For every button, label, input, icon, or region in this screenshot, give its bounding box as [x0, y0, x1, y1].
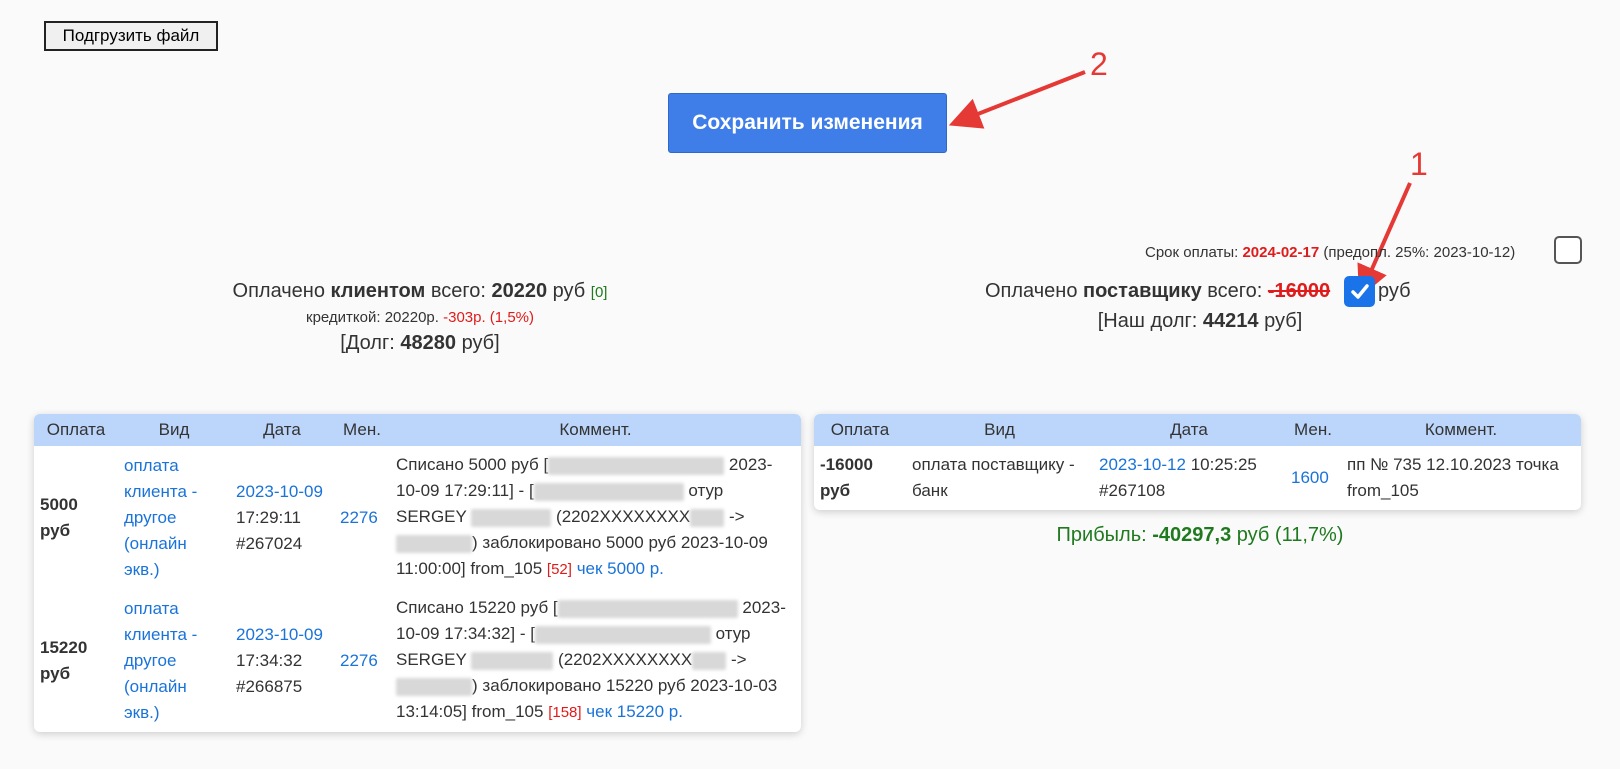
supplier-total-label: всего:: [1207, 280, 1263, 302]
table-header-row: Оплата Вид Дата Мен. Коммент.: [814, 414, 1581, 446]
receipt-link[interactable]: чек 5000 р.: [577, 559, 664, 578]
payment-date: 2023-10-09 17:34:32 #266875: [230, 589, 334, 732]
client-card-line: кредиткой: 20220р. -303р. (1,5%): [120, 309, 720, 326]
annotation-arrow-2: [948, 70, 1086, 129]
client-debt-value: 48280: [400, 332, 456, 354]
table-row: 15220 руб оплата клиента - другое (онлай…: [34, 589, 801, 732]
client-card-fee: -303р. (1,5%): [443, 309, 534, 326]
supplier-debt-label: [Наш долг:: [1097, 310, 1198, 332]
redacted-block: [557, 599, 738, 618]
payment-time: 17:34:32: [236, 650, 303, 670]
supplier-debt-line: [Наш долг: 44214 руб]: [1000, 310, 1400, 333]
supplier-paid-prefix: Оплачено: [985, 280, 1078, 302]
table-row: 5000 руб оплата клиента - другое (онлайн…: [34, 446, 801, 589]
payment-date-link[interactable]: 2023-10-09: [236, 482, 323, 501]
prepay-info: (предопл. 25%: 2023-10-12): [1323, 244, 1516, 261]
supplier-unit: руб: [1378, 280, 1411, 302]
annotation-arrow-1: [1357, 182, 1412, 298]
profit-unit: руб (11,7%): [1236, 524, 1344, 546]
col-header-manager: Мен.: [343, 420, 381, 439]
table-header-row: Оплата Вид Дата Мен. Коммент.: [34, 414, 801, 446]
client-label: клиентом: [330, 280, 426, 302]
payment-manager[interactable]: 2276: [334, 446, 390, 589]
redacted-block: [396, 677, 472, 696]
payment-amount: 15220 руб: [40, 637, 88, 683]
payment-type-link[interactable]: оплата клиента - другое (онлайн экв.): [118, 446, 230, 589]
payment-time: 17:29:11: [236, 507, 301, 527]
due-date-checkbox[interactable]: [1554, 236, 1582, 264]
due-date-label: Срок оплаты:: [1145, 244, 1239, 261]
receipt-link[interactable]: чек 15220 р.: [586, 702, 683, 721]
supplier-debt-value: 44214: [1202, 310, 1259, 332]
annotation-number-1: 1: [1410, 146, 1428, 182]
client-debt-label: [Долг:: [340, 332, 395, 354]
redacted-block: [534, 625, 711, 644]
supplier-paid-checkbox[interactable]: [1344, 276, 1375, 307]
redacted-block: [692, 651, 727, 670]
col-header-type: Вид: [158, 420, 190, 439]
table-row: -16000 руб оплата поставщику - банк 2023…: [814, 446, 1581, 510]
client-paid-line: Оплачено клиентом всего: 20220 руб [0]: [120, 280, 720, 303]
redacted-block: [471, 508, 552, 527]
payment-time: 10:25:25: [1190, 455, 1257, 474]
redacted-block: [471, 651, 554, 670]
payment-id: #267108: [1099, 481, 1166, 500]
payment-amount: -16000 руб: [820, 455, 873, 500]
col-header-date: Дата: [263, 420, 301, 439]
payment-id: #267024: [236, 533, 303, 553]
client-unit: руб: [552, 280, 586, 302]
supplier-total: -16000: [1267, 280, 1331, 302]
col-header-comment: Коммент.: [559, 420, 632, 439]
supplier-label: поставщику: [1083, 280, 1202, 302]
payment-date: 2023-10-12 10:25:25 #267108: [1093, 446, 1285, 510]
client-total-label: всего:: [430, 280, 486, 302]
col-header-payment: Оплата: [46, 420, 106, 439]
supplier-paid-line: Оплачено поставщику всего: -16000: [985, 280, 1330, 303]
checkmark-icon: [1350, 283, 1369, 299]
supplier-payments-table: Оплата Вид Дата Мен. Коммент. -16000 руб…: [814, 414, 1581, 510]
comment-bracket: [158]: [548, 704, 582, 721]
col-header-date: Дата: [1170, 420, 1208, 439]
client-total: 20220: [491, 280, 548, 302]
supplier-debt-unit: руб]: [1264, 310, 1303, 332]
payment-date-link[interactable]: 2023-10-09: [236, 625, 323, 644]
payment-id: #266875: [236, 676, 303, 696]
payment-amount: 5000 руб: [40, 494, 78, 540]
comment-bracket: [52]: [546, 561, 572, 578]
due-date-value: 2024-02-17: [1242, 244, 1320, 261]
col-header-type: Вид: [984, 420, 1015, 439]
payment-comment: пп № 735 12.10.2023 точка from_105: [1347, 455, 1559, 500]
col-header-comment: Коммент.: [1424, 420, 1498, 439]
client-debt-unit: руб]: [461, 332, 500, 354]
client-paid-prefix: Оплачено: [232, 280, 325, 302]
profit-label: Прибыль:: [1056, 524, 1147, 546]
payment-type-link[interactable]: оплата клиента - другое (онлайн экв.): [118, 589, 230, 732]
redacted-block: [548, 456, 725, 475]
payment-comment: Списано 5000 руб [ 2023-10-09 17:29:11] …: [396, 455, 773, 578]
annotation-number-2: 2: [1090, 46, 1108, 82]
due-date-line: Срок оплаты: 2024-02-17 (предопл. 25%: 2…: [1145, 244, 1515, 261]
client-debt-line: [Долг: 48280 руб]: [120, 332, 720, 355]
payment-manager[interactable]: 2276: [334, 589, 390, 732]
payment-manager[interactable]: 1600: [1285, 446, 1341, 510]
redacted-block: [533, 482, 684, 501]
client-payments-table: Оплата Вид Дата Мен. Коммент. 5000 руб о…: [34, 414, 801, 732]
payment-type: оплата поставщику - банк: [912, 455, 1075, 500]
payment-date: 2023-10-09 17:29:11 #267024: [230, 446, 334, 589]
client-card-label: кредиткой: 20220р.: [306, 309, 439, 326]
redacted-block: [396, 534, 472, 553]
payment-comment: Списано 15220 руб [ 2023-10-09 17:34:32]…: [396, 598, 786, 721]
payment-date-link[interactable]: 2023-10-12: [1099, 455, 1186, 474]
profit-value: -40297,3: [1152, 524, 1232, 546]
redacted-block: [690, 508, 725, 527]
client-summary: Оплачено клиентом всего: 20220 руб [0] к…: [120, 280, 720, 355]
profit-line: Прибыль: -40297,3 руб (11,7%): [900, 524, 1500, 547]
client-bracket: [0]: [590, 284, 608, 301]
col-header-payment: Оплата: [830, 420, 890, 439]
col-header-manager: Мен.: [1294, 420, 1332, 439]
